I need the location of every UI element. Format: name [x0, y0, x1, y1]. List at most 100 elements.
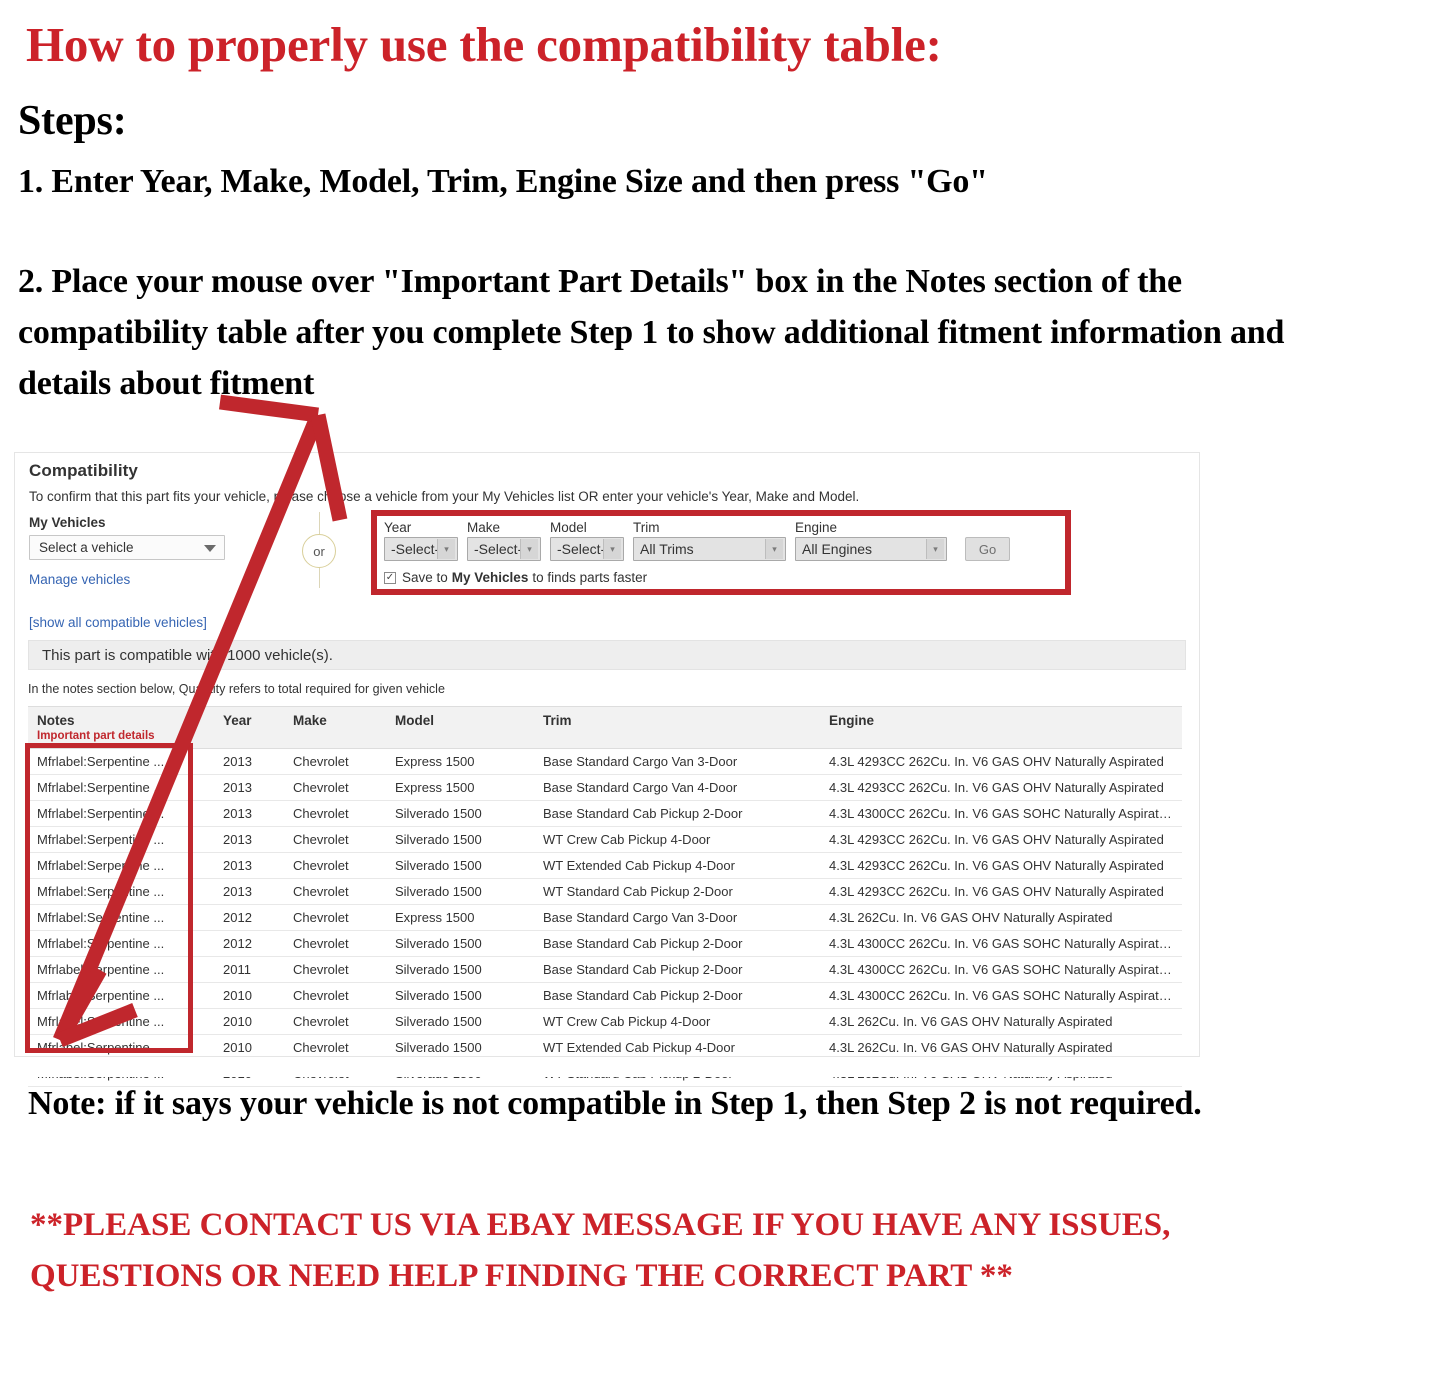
cell-year: 2012	[214, 904, 284, 931]
cell-engine: 4.3L 262Cu. In. V6 GAS OHV Naturally Asp…	[820, 1008, 1182, 1035]
cell-trim: WT Extended Cab Pickup 4-Door	[534, 852, 820, 879]
col-header-trim[interactable]: Trim	[534, 706, 820, 749]
table-row: Mfrlabel:Serpentine ... 2013 Chevrolet Expr…	[28, 748, 1182, 775]
cell-trim: Base Standard Cab Pickup 2-Door	[534, 800, 820, 827]
table-row: Mfrlabel:Serpentine ... 2013 Chevrolet Silv…	[28, 878, 1182, 905]
step-1-text: 1. Enter Year, Make, Model, Trim, Engine…	[18, 163, 988, 200]
compatibility-count-banner: This part is compatible with 1000 vehicl…	[28, 640, 1186, 670]
table-row: Mfrlabel:Serpentine ... 2012 Chevrolet Silv…	[28, 930, 1182, 957]
page-title: How to properly use the compatibility ta…	[26, 17, 942, 72]
cell-trim: Base Standard Cargo Van 3-Door	[534, 904, 820, 931]
table-bottom-clip	[15, 1057, 1199, 1077]
col-header-make[interactable]: Make	[284, 706, 386, 749]
cell-model: Silverado 1500	[386, 800, 534, 827]
cell-make: Chevrolet	[284, 878, 386, 905]
cell-trim: Base Standard Cargo Van 4-Door	[534, 774, 820, 801]
cell-year: 2011	[214, 956, 284, 983]
col-header-year[interactable]: Year	[214, 706, 284, 749]
cell-notes[interactable]: Mfrlabel:Serpentine ...	[28, 878, 214, 905]
cell-year: 2010	[214, 982, 284, 1009]
cell-model: Silverado 1500	[386, 1008, 534, 1035]
cell-engine: 4.3L 4293CC 262Cu. In. V6 GAS OHV Natura…	[820, 852, 1182, 879]
cell-make: Chevrolet	[284, 956, 386, 983]
cell-make: Chevrolet	[284, 748, 386, 775]
note-text: Note: if it says your vehicle is not com…	[28, 1085, 1202, 1122]
cell-trim: Base Standard Cargo Van 3-Door	[534, 748, 820, 775]
cell-model: Silverado 1500	[386, 956, 534, 983]
col-header-model[interactable]: Model	[386, 706, 534, 749]
show-all-compatible-vehicles-link[interactable]: [show all compatible vehicles]	[29, 615, 269, 630]
cell-make: Chevrolet	[284, 826, 386, 853]
cell-engine: 4.3L 4300CC 262Cu. In. V6 GAS SOHC Natur…	[820, 982, 1182, 1009]
cell-year: 2013	[214, 748, 284, 775]
cell-year: 2013	[214, 774, 284, 801]
manage-vehicles-link[interactable]: Manage vehicles	[29, 572, 269, 587]
cell-notes[interactable]: Mfrlabel:Serpentine ...	[28, 930, 214, 957]
cell-model: Express 1500	[386, 904, 534, 931]
chevron-down-icon	[204, 545, 216, 552]
cell-notes[interactable]: Mfrlabel:Serpentine ...	[28, 904, 214, 931]
cell-model: Silverado 1500	[386, 826, 534, 853]
contact-text: **PLEASE CONTACT US VIA EBAY MESSAGE IF …	[30, 1207, 1171, 1294]
cell-engine: 4.3L 4293CC 262Cu. In. V6 GAS OHV Natura…	[820, 878, 1182, 905]
col-header-engine[interactable]: Engine	[820, 706, 1182, 749]
fitment-table-head: Notes Important part details Year Make M…	[28, 706, 1182, 749]
cell-make: Chevrolet	[284, 904, 386, 931]
cell-notes[interactable]: Mfrlabel:Serpentine ...	[28, 774, 214, 801]
table-row: Mfrlabel:Serpentine ...2010ChevroletSilv…	[28, 982, 1182, 1009]
cell-trim: Base Standard Cab Pickup 2-Door	[534, 930, 820, 957]
cell-trim: WT Crew Cab Pickup 4-Door	[534, 1008, 820, 1035]
cell-trim: Base Standard Cab Pickup 2-Door	[534, 956, 820, 983]
cell-year: 2010	[214, 1008, 284, 1035]
my-vehicles-select[interactable]: Select a vehicle	[29, 535, 225, 560]
steps-label: Steps:	[18, 98, 127, 144]
cell-notes[interactable]: Mfrlabel:Serpentine ...	[28, 982, 214, 1009]
cell-notes[interactable]: Mfrlabel:Serpentine ...	[28, 748, 214, 775]
fitment-table-body: Mfrlabel:Serpentine ... 2013 Chevrolet Expr…	[28, 748, 1182, 1087]
cell-notes[interactable]: Mfrlabel:Serpentine ...	[28, 826, 214, 853]
or-divider-label: or	[302, 534, 336, 568]
my-vehicles-select-value: Select a vehicle	[39, 540, 134, 555]
step-2-text: 2. Place your mouse over "Important Part…	[18, 263, 1285, 402]
cell-make: Chevrolet	[284, 1008, 386, 1035]
col-header-notes-sub: Important part details	[37, 730, 155, 742]
cell-notes[interactable]: Mfrlabel:Serpentine ...	[28, 956, 214, 983]
cell-engine: 4.3L 4293CC 262Cu. In. V6 GAS OHV Natura…	[820, 774, 1182, 801]
cell-trim: WT Standard Cab Pickup 2-Door	[534, 878, 820, 905]
cell-notes[interactable]: Mfrlabel:Serpentine ...	[28, 800, 214, 827]
cell-engine: 4.3L 4293CC 262Cu. In. V6 GAS OHV Natura…	[820, 748, 1182, 775]
col-header-notes[interactable]: Notes Important part details	[28, 706, 214, 749]
table-row: Mfrlabel:Serpentine ... 2012 Chevrolet Expr…	[28, 904, 1182, 931]
cell-trim: Base Standard Cab Pickup 2-Door	[534, 982, 820, 1009]
cell-model: Silverado 1500	[386, 930, 534, 957]
cell-year: 2013	[214, 826, 284, 853]
fitment-table: Notes Important part details Year Make M…	[28, 706, 1182, 1087]
cell-year: 2013	[214, 852, 284, 879]
my-vehicles-column: My Vehicles Select a vehicle Manage vehi…	[29, 515, 269, 630]
table-row: Mfrlabel:Serpentine ... 2011 Chevrolet Silv…	[28, 956, 1182, 983]
cell-notes[interactable]: Mfrlabel:Serpentine ...	[28, 852, 214, 879]
cell-engine: 4.3L 262Cu. In. V6 GAS OHV Naturally Asp…	[820, 904, 1182, 931]
cell-make: Chevrolet	[284, 774, 386, 801]
table-row: Mfrlabel:Serpentine ... 2013 Chevrolet Silv…	[28, 852, 1182, 879]
cell-year: 2013	[214, 800, 284, 827]
table-row: Mfrlabel:Serpentine ... 2013 Chevrolet Silv…	[28, 826, 1182, 853]
cell-notes[interactable]: Mfrlabel:Serpentine ...	[28, 1008, 214, 1035]
cell-engine: 4.3L 4300CC 262Cu. In. V6 GAS SOHC Natur…	[820, 956, 1182, 983]
cell-make: Chevrolet	[284, 852, 386, 879]
cell-model: Silverado 1500	[386, 852, 534, 879]
cell-engine: 4.3L 4300CC 262Cu. In. V6 GAS SOHC Natur…	[820, 930, 1182, 957]
cell-model: Express 1500	[386, 774, 534, 801]
step1-highlight-box	[371, 510, 1071, 595]
or-divider: or	[296, 512, 344, 588]
table-row: Mfrlabel:Serpentine ... 2013 Chevrolet Silv…	[28, 800, 1182, 827]
cell-model: Express 1500	[386, 748, 534, 775]
cell-model: Silverado 1500	[386, 878, 534, 905]
my-vehicles-label: My Vehicles	[29, 515, 106, 530]
table-row: Mfrlabel:Serpentine ...2010ChevroletSilv…	[28, 1008, 1182, 1035]
col-header-notes-label: Notes	[37, 713, 75, 728]
notes-quantity-hint: In the notes section below, Quantity ref…	[28, 682, 445, 696]
cell-make: Chevrolet	[284, 930, 386, 957]
cell-engine: 4.3L 4300CC 262Cu. In. V6 GAS SOHC Natur…	[820, 800, 1182, 827]
cell-make: Chevrolet	[284, 800, 386, 827]
